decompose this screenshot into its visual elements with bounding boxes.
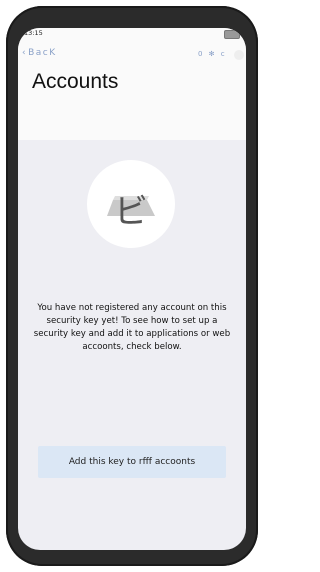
header-circle-icon[interactable] — [234, 50, 244, 60]
empty-state-message: You have not registered any account on t… — [33, 303, 231, 352]
emblem-glyph: ビ — [114, 192, 148, 232]
status-bar: 13:15 — [18, 28, 246, 40]
header: ‹BacK 0 ✻ c Accounts — [18, 40, 246, 140]
security-key-illustration: ビ — [87, 160, 175, 248]
chevron-left-icon: ‹ — [22, 48, 28, 58]
page-title: Accounts — [32, 70, 119, 93]
back-label: BacK — [28, 48, 57, 58]
screen: 13:15 ‹BacK 0 ✻ c Accounts ビ You have no… — [18, 28, 246, 550]
header-right-actions[interactable]: 0 ✻ c — [198, 50, 227, 58]
back-button[interactable]: ‹BacK — [22, 48, 57, 58]
status-time: 13:15 — [24, 29, 43, 37]
phone-frame: 13:15 ‹BacK 0 ✻ c Accounts ビ You have no… — [6, 6, 258, 566]
add-key-button[interactable]: Add this key to rfff accoonts — [38, 446, 226, 478]
battery-icon — [224, 30, 240, 39]
